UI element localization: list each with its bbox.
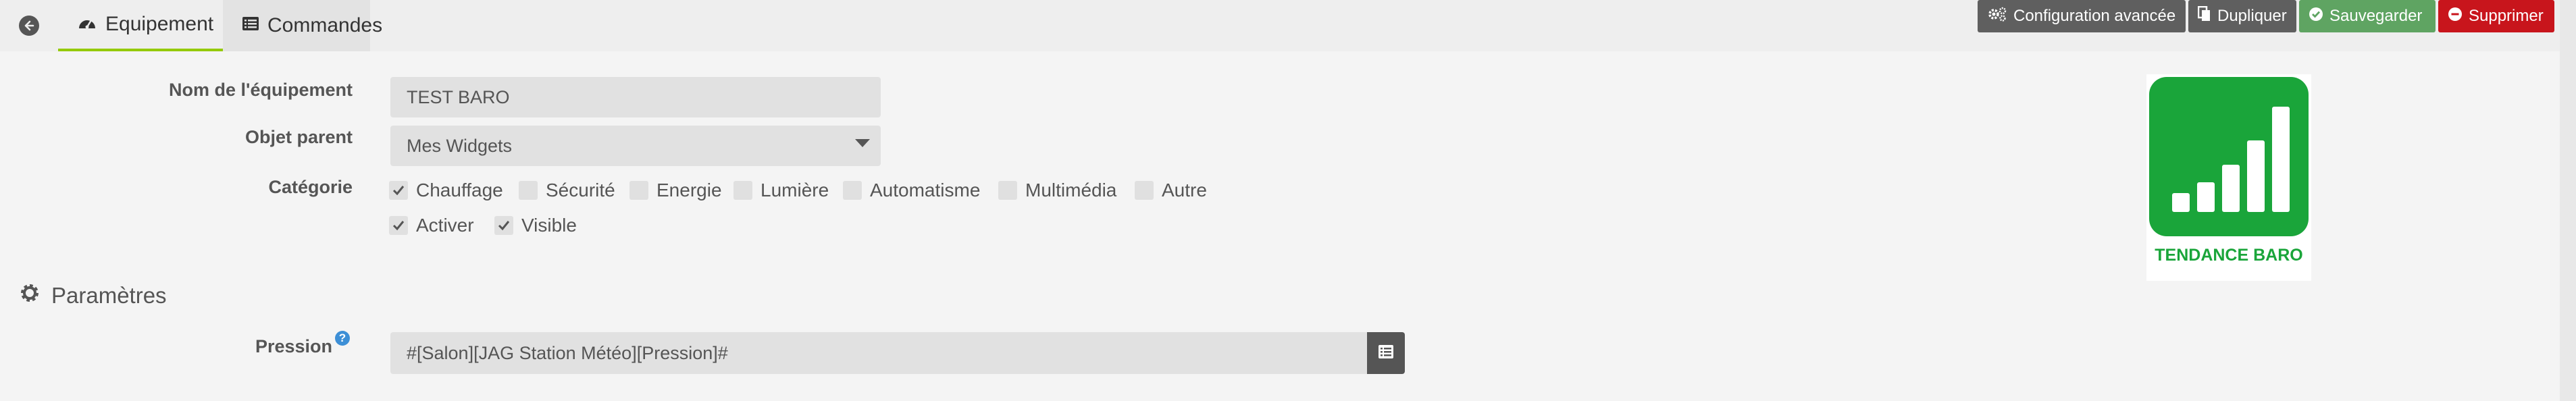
logo-text: TENDANCE BARO: [2155, 246, 2303, 265]
pressure-command-input[interactable]: #[Salon][JAG Station Météo][Pression]#: [390, 332, 1367, 374]
gear-icon: [19, 282, 41, 309]
category-autre-checkbox[interactable]: Autre: [1135, 180, 1207, 201]
logo-bar: [2222, 165, 2240, 212]
name-input[interactable]: TEST BARO: [390, 77, 881, 117]
top-bar: Equipement Commandes Configuration avanc…: [0, 0, 2560, 51]
check-icon: [389, 216, 408, 235]
chevron-down-icon: [855, 139, 870, 147]
category-lumiere-checkbox[interactable]: Lumière: [733, 180, 829, 201]
checkbox-box: [998, 181, 1017, 200]
button-label: Configuration avancée: [2013, 7, 2176, 25]
check-icon: [389, 181, 408, 200]
logo-bar: [2197, 182, 2215, 212]
category-multimedia-checkbox[interactable]: Multimédia: [998, 180, 1116, 201]
checkbox-box: [843, 181, 862, 200]
pressure-label: Pression: [255, 336, 332, 356]
checkbox-label: Chauffage: [416, 180, 503, 200]
activer-checkbox[interactable]: Activer: [389, 215, 474, 236]
category-energie-checkbox[interactable]: Energie: [629, 180, 722, 201]
logo-bar: [2272, 107, 2290, 212]
name-label: Nom de l'équipement: [169, 80, 353, 100]
button-label: Dupliquer: [2217, 7, 2287, 25]
arrow-left-icon: [19, 16, 39, 36]
checkbox-box: [519, 181, 538, 200]
logo-bar: [2247, 140, 2265, 212]
checkbox-label: Automatisme: [870, 180, 981, 200]
checkbox-box: [629, 181, 648, 200]
tab-label: Commandes: [267, 14, 383, 36]
category-securite-checkbox[interactable]: Sécurité: [519, 180, 615, 201]
check-circle-icon: [2309, 7, 2323, 26]
widget-logo: TENDANCE BARO: [2146, 74, 2311, 281]
checkbox-label: Multimédia: [1025, 180, 1117, 200]
tab-commandes[interactable]: Commandes: [223, 0, 382, 51]
checkbox-label: Visible: [521, 215, 577, 236]
checkbox-label: Sécurité: [546, 180, 615, 200]
params-section-title: Paramètres: [19, 282, 167, 309]
checkbox-label: Lumière: [761, 180, 829, 200]
signal-bars-icon: [2149, 77, 2309, 236]
parent-select[interactable]: Mes Widgets: [390, 126, 881, 166]
save-button[interactable]: Sauvegarder: [2299, 0, 2436, 32]
delete-button[interactable]: Supprimer: [2438, 0, 2554, 32]
visible-checkbox[interactable]: Visible: [494, 215, 577, 236]
gears-icon: [1987, 6, 2007, 27]
advanced-config-button[interactable]: Configuration avancée: [1978, 0, 2186, 32]
checkbox-box: [1135, 181, 1154, 200]
parent-label: Objet parent: [244, 127, 353, 147]
category-chauffage-checkbox[interactable]: Chauffage: [389, 180, 503, 201]
scrollbar[interactable]: [2560, 0, 2576, 401]
back-button[interactable]: [9, 4, 49, 47]
copy-icon: [2197, 5, 2211, 27]
list-icon: [242, 14, 259, 37]
tab-equipement[interactable]: Equipement: [58, 0, 223, 51]
checkbox-label: Energie: [656, 180, 722, 200]
list-alt-icon: [1378, 344, 1394, 363]
parent-select-value: Mes Widgets: [407, 135, 513, 156]
logo-bar: [2172, 193, 2190, 212]
dashboard-icon: [77, 13, 97, 36]
category-label: Catégorie: [268, 177, 353, 197]
select-command-button[interactable]: [1367, 332, 1405, 374]
checkbox-label: Autre: [1162, 180, 1207, 200]
check-icon: [494, 216, 513, 235]
checkbox-box: [733, 181, 752, 200]
category-automatisme-checkbox[interactable]: Automatisme: [843, 180, 980, 201]
checkbox-label: Activer: [416, 215, 474, 236]
tab-label: Equipement: [105, 13, 214, 35]
duplicate-button[interactable]: Dupliquer: [2188, 0, 2296, 32]
button-label: Supprimer: [2469, 7, 2544, 25]
help-icon[interactable]: ?: [335, 331, 350, 346]
minus-circle-icon: [2448, 7, 2463, 26]
section-title-label: Paramètres: [51, 283, 167, 308]
button-label: Sauvegarder: [2329, 7, 2423, 25]
